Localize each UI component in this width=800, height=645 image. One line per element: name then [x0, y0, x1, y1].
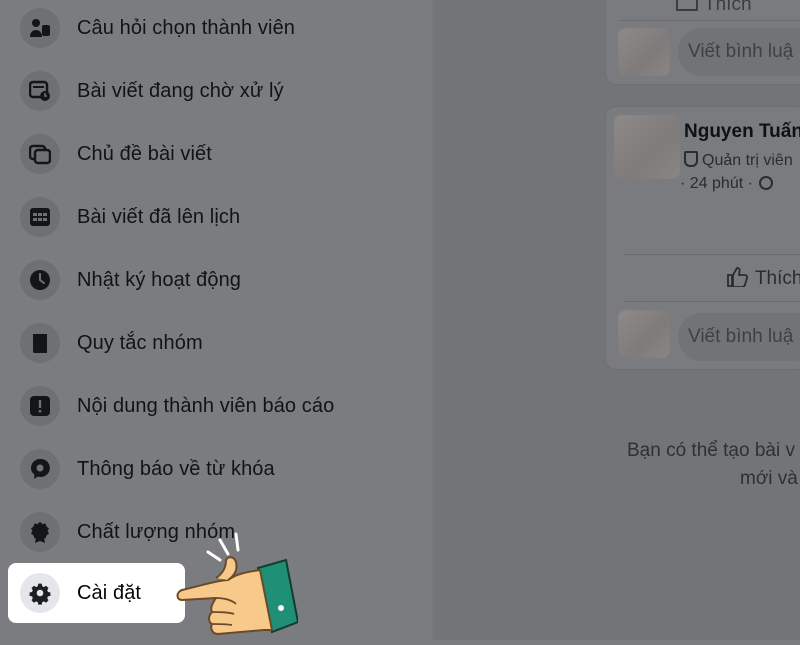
- sidebar-item-label: Câu hỏi chọn thành viên: [77, 16, 296, 39]
- empty-feed-message-line2: mới và: [740, 468, 798, 489]
- sidebar-item-label: Nhật ký hoạt động: [77, 268, 242, 291]
- avatar: [618, 310, 670, 358]
- sidebar-item-member-reported-content[interactable]: Nội dung thành viên báo cáo: [8, 378, 408, 434]
- clock-icon: [20, 260, 60, 300]
- sidebar-item-keyword-alerts[interactable]: Thông báo về từ khóa: [8, 441, 408, 497]
- group-feed: Thích Viết bình luậ Nguyen Tuấn Quản trị…: [434, 0, 800, 640]
- sidebar-item-settings[interactable]: Cài đặt: [8, 563, 185, 623]
- sidebar-item-label: Bài viết đã lên lịch: [77, 205, 241, 228]
- avatar: [618, 28, 670, 76]
- sidebar-item-label: Quy tắc nhóm: [77, 331, 203, 354]
- thumbs-up-icon: [726, 267, 755, 289]
- empty-feed-message: Bạn có thể tạo bài v: [627, 440, 795, 461]
- gear-icon: [20, 573, 60, 613]
- member-question-icon: [20, 8, 60, 48]
- sidebar-item-label: Nội dung thành viên báo cáo: [77, 394, 335, 417]
- keyword-alert-icon: [20, 449, 60, 489]
- comment-input[interactable]: Viết bình luậ: [678, 28, 800, 76]
- sidebar-item-group-rules[interactable]: Quy tắc nhóm: [8, 315, 408, 371]
- sidebar-item-member-questions[interactable]: Câu hỏi chọn thành viên: [8, 0, 408, 56]
- divider: [624, 254, 800, 255]
- shield-icon: [684, 151, 698, 167]
- sidebar-item-label: Chủ đề bài viết: [77, 142, 212, 165]
- sidebar-item-scheduled-posts[interactable]: Bài viết đã lên lịch: [8, 189, 408, 245]
- book-icon: [20, 323, 60, 363]
- sidebar-item-label: Bài viết đang chờ xử lý: [77, 79, 284, 102]
- sidebar-item-post-topics[interactable]: Chủ đề bài viết: [8, 126, 408, 182]
- badge-icon: [20, 512, 60, 552]
- post-topics-icon: [20, 134, 60, 174]
- post-card: Nguyen Tuấn Quản trị viên · 24 phút · Th…: [606, 107, 800, 369]
- sidebar-item-label: Thông báo về từ khóa: [77, 457, 275, 480]
- divider: [624, 301, 800, 302]
- sidebar-item-pending-posts[interactable]: Bài viết đang chờ xử lý: [8, 63, 408, 119]
- pointing-hand-icon: [176, 530, 300, 640]
- post-meta: · 24 phút ·: [680, 175, 774, 193]
- pending-posts-icon: [20, 71, 60, 111]
- like-button[interactable]: Thích: [726, 267, 800, 290]
- divider: [620, 20, 800, 21]
- thumbs-up-icon: [676, 0, 698, 11]
- globe-icon: [759, 176, 774, 190]
- comment-input[interactable]: Viết bình luậ: [678, 313, 800, 361]
- post-author-role: Quản trị viên: [684, 151, 793, 170]
- like-button-previous[interactable]: Thích: [676, 0, 752, 16]
- post-card-previous: Thích Viết bình luậ: [606, 0, 800, 84]
- author-avatar: [614, 115, 680, 179]
- post-author-name[interactable]: Nguyen Tuấn: [684, 121, 800, 143]
- sidebar-item-label: Cài đặt: [77, 581, 142, 604]
- sidebar-item-activity-log[interactable]: Nhật ký hoạt động: [8, 252, 408, 308]
- alert-icon: [20, 386, 60, 426]
- calendar-icon: [20, 197, 60, 237]
